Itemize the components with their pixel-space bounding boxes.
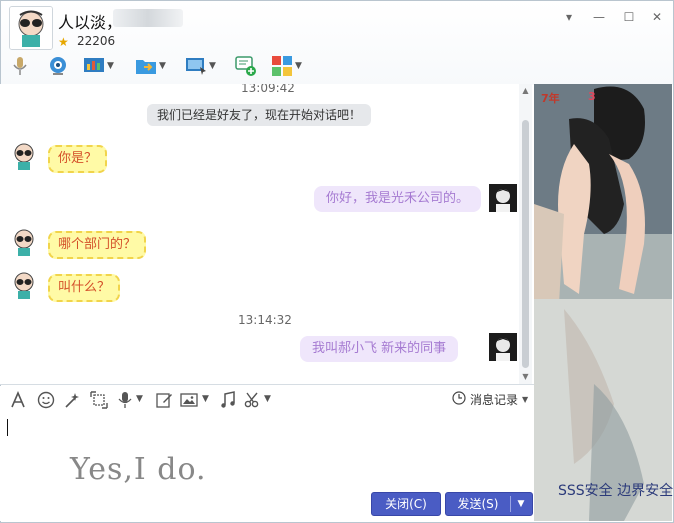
webcam-icon (50, 57, 66, 75)
presentation-icon (84, 58, 104, 72)
hearts-badge: 3 (588, 90, 596, 103)
draft-text: Yes,I do. (70, 452, 207, 487)
contact-avatar-small[interactable] (10, 142, 38, 170)
chevron-down-icon[interactable]: ▼ (264, 394, 271, 404)
dropdown-icon[interactable]: ▾ (561, 9, 577, 25)
show-photo (534, 84, 672, 521)
divider (0, 384, 534, 385)
chevron-down-icon[interactable]: ▼ (107, 61, 114, 71)
message-bubble: 你好，我是光禾公司的。 (314, 186, 482, 212)
close-window-button[interactable]: ✕ (649, 9, 665, 25)
emoji-icon[interactable] (37, 391, 55, 409)
add-chat-icon (235, 56, 256, 76)
scroll-up-icon[interactable]: ▲ (521, 86, 530, 95)
message-bubble: 哪个部门的？ (48, 231, 147, 259)
maximize-button[interactable]: ☐ (621, 9, 637, 25)
message-bubble: 你是？ (48, 145, 108, 173)
chevron-down-icon[interactable]: ▼ (159, 61, 166, 71)
chevron-down-icon[interactable]: ▼ (136, 394, 143, 404)
apps-grid-icon (272, 56, 292, 76)
timestamp-mid: 13:14:32 (238, 313, 292, 327)
chevron-down-icon[interactable]: ▼ (209, 61, 216, 71)
text-caret (7, 419, 8, 436)
timestamp-top: 13:09:42 (241, 84, 295, 92)
send-file-button[interactable]: ▼ (135, 53, 166, 79)
scroll-thumb[interactable] (522, 120, 529, 368)
edit-icon[interactable] (155, 391, 173, 409)
contact-avatar-small[interactable] (10, 271, 38, 299)
system-message: 我们已经是好友了，现在开始对话吧！ (147, 104, 372, 126)
chevron-down-icon[interactable]: ▼ (202, 394, 209, 404)
send-separator (510, 496, 511, 512)
voice-message-icon[interactable] (116, 391, 134, 409)
close-button[interactable]: 关闭(C) (371, 492, 441, 516)
my-avatar[interactable] (489, 184, 517, 212)
voice-call-button[interactable] (9, 53, 31, 79)
screen-share-button[interactable]: ▼ (185, 53, 216, 79)
apps-button[interactable]: ▼ (271, 53, 302, 79)
folder-icon (136, 60, 156, 74)
scissors-icon[interactable] (244, 391, 262, 409)
message-bubble: 叫什么？ (48, 274, 121, 302)
magic-wand-icon[interactable] (63, 391, 81, 409)
send-label: 发送(S) (457, 497, 499, 511)
years-badge: 7年 (541, 92, 560, 105)
remote-app-button[interactable]: ▼ (83, 53, 114, 79)
message-history-link[interactable]: 消息记录 (470, 391, 518, 408)
clock-icon[interactable] (452, 391, 466, 405)
nickname-blur (113, 9, 183, 27)
image-icon[interactable] (180, 391, 198, 409)
video-call-button[interactable] (47, 53, 69, 79)
chevron-down-icon[interactable]: ▼ (512, 493, 530, 515)
music-icon[interactable] (219, 391, 237, 409)
chevron-down-icon[interactable]: ▼ (522, 395, 528, 404)
level-star-icon: ★ (58, 35, 69, 49)
screenshot-icon[interactable] (90, 391, 108, 409)
minimize-button[interactable]: — (591, 9, 607, 25)
contact-show-panel (534, 84, 672, 521)
chat-header: 人以淡， ★ 22206 ▾ — ☐ ✕ ▼ ▼ ▼ ▼ (1, 1, 673, 85)
send-button[interactable]: 发送(S) ▼ (445, 492, 533, 516)
my-avatar[interactable] (489, 333, 517, 361)
watermark: SSS安全 边界安全 (558, 483, 674, 499)
font-icon[interactable] (9, 391, 27, 409)
scroll-down-icon[interactable]: ▼ (521, 372, 530, 381)
group-chat-button[interactable] (235, 53, 257, 79)
message-bubble: 我叫郝小飞 新来的同事 (300, 336, 459, 362)
contact-avatar[interactable] (9, 6, 53, 50)
contact-avatar-small[interactable] (10, 228, 38, 256)
microphone-icon (13, 57, 27, 75)
message-scrollbar[interactable]: ▲ ▼ (519, 84, 532, 384)
monitor-icon (186, 58, 206, 75)
contact-level: 22206 (77, 34, 116, 48)
chevron-down-icon[interactable]: ▼ (295, 61, 302, 71)
